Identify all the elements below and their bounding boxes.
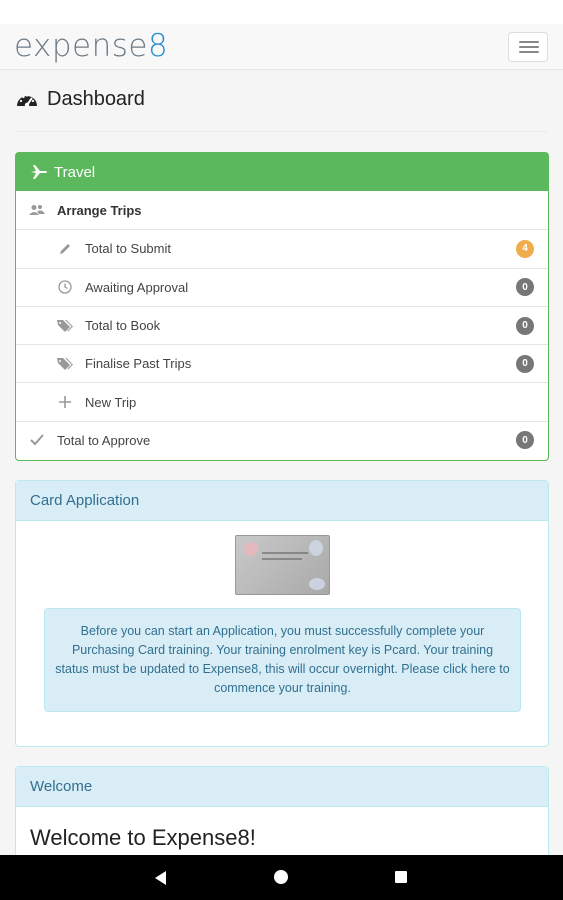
travel-panel: Travel Arrange Trips Total to Submit 4 A…	[15, 152, 549, 461]
dashboard-gauge-icon	[17, 93, 37, 107]
count-badge: 0	[516, 316, 534, 335]
expense8-logo[interactable]: expense8	[14, 28, 168, 64]
title-divider	[15, 131, 548, 132]
menu-toggle-button[interactable]	[508, 32, 548, 62]
count-badge: 0	[516, 431, 534, 450]
page-title-text: Dashboard	[47, 88, 145, 110]
travel-item-label: Finalise Past Trips	[85, 356, 192, 372]
android-navigation-bar	[0, 855, 563, 900]
home-icon[interactable]	[274, 870, 288, 884]
travel-item-arrange-trips[interactable]: Arrange Trips	[16, 191, 548, 229]
count-badge: 0	[516, 354, 534, 373]
travel-item-label: Arrange Trips	[57, 202, 142, 218]
travel-panel-header: Travel	[16, 153, 548, 191]
travel-item-label: Awaiting Approval	[85, 279, 189, 295]
top-navbar: expense8	[0, 24, 563, 70]
page-title: Dashboard	[15, 88, 145, 111]
count-badge: 0	[516, 278, 534, 297]
card-application-panel: Card Application Before you can start an…	[15, 480, 549, 747]
card-application-header: Card Application	[16, 481, 548, 521]
travel-panel-title: Travel	[54, 163, 96, 181]
tags-icon	[56, 355, 74, 373]
count-badge: 4	[516, 239, 534, 258]
check-icon	[28, 431, 46, 449]
back-icon[interactable]	[155, 871, 166, 885]
welcome-panel: Welcome Welcome to Expense8!	[15, 766, 549, 866]
clock-icon	[56, 278, 74, 296]
training-info-alert[interactable]: Before you can start an Application, you…	[44, 608, 521, 712]
travel-item-total-to-submit[interactable]: Total to Submit 4	[16, 229, 548, 267]
plane-icon	[31, 165, 47, 179]
travel-item-total-to-approve[interactable]: Total to Approve 0	[16, 420, 548, 459]
pencil-icon	[56, 240, 74, 258]
purchasing-card-image	[235, 535, 330, 595]
users-icon	[28, 201, 46, 219]
travel-item-new-trip[interactable]: New Trip	[16, 382, 548, 420]
logo-accent: 8	[148, 28, 169, 64]
travel-item-finalise-past-trips[interactable]: Finalise Past Trips 0	[16, 344, 548, 382]
welcome-panel-header: Welcome	[16, 767, 548, 807]
status-bar	[0, 0, 563, 24]
tags-icon	[56, 317, 74, 335]
travel-item-total-to-book[interactable]: Total to Book 0	[16, 305, 548, 344]
plus-icon	[56, 393, 74, 411]
hamburger-icon	[519, 41, 539, 43]
welcome-heading: Welcome to Expense8!	[30, 825, 256, 850]
travel-item-awaiting-approval[interactable]: Awaiting Approval 0	[16, 267, 548, 306]
recent-apps-icon[interactable]	[395, 871, 407, 883]
travel-item-label: Total to Book	[85, 318, 161, 334]
logo-text: expense	[14, 28, 148, 64]
travel-item-label: Total to Approve	[57, 432, 151, 448]
travel-item-label: Total to Submit	[85, 241, 171, 257]
travel-item-label: New Trip	[85, 394, 137, 410]
